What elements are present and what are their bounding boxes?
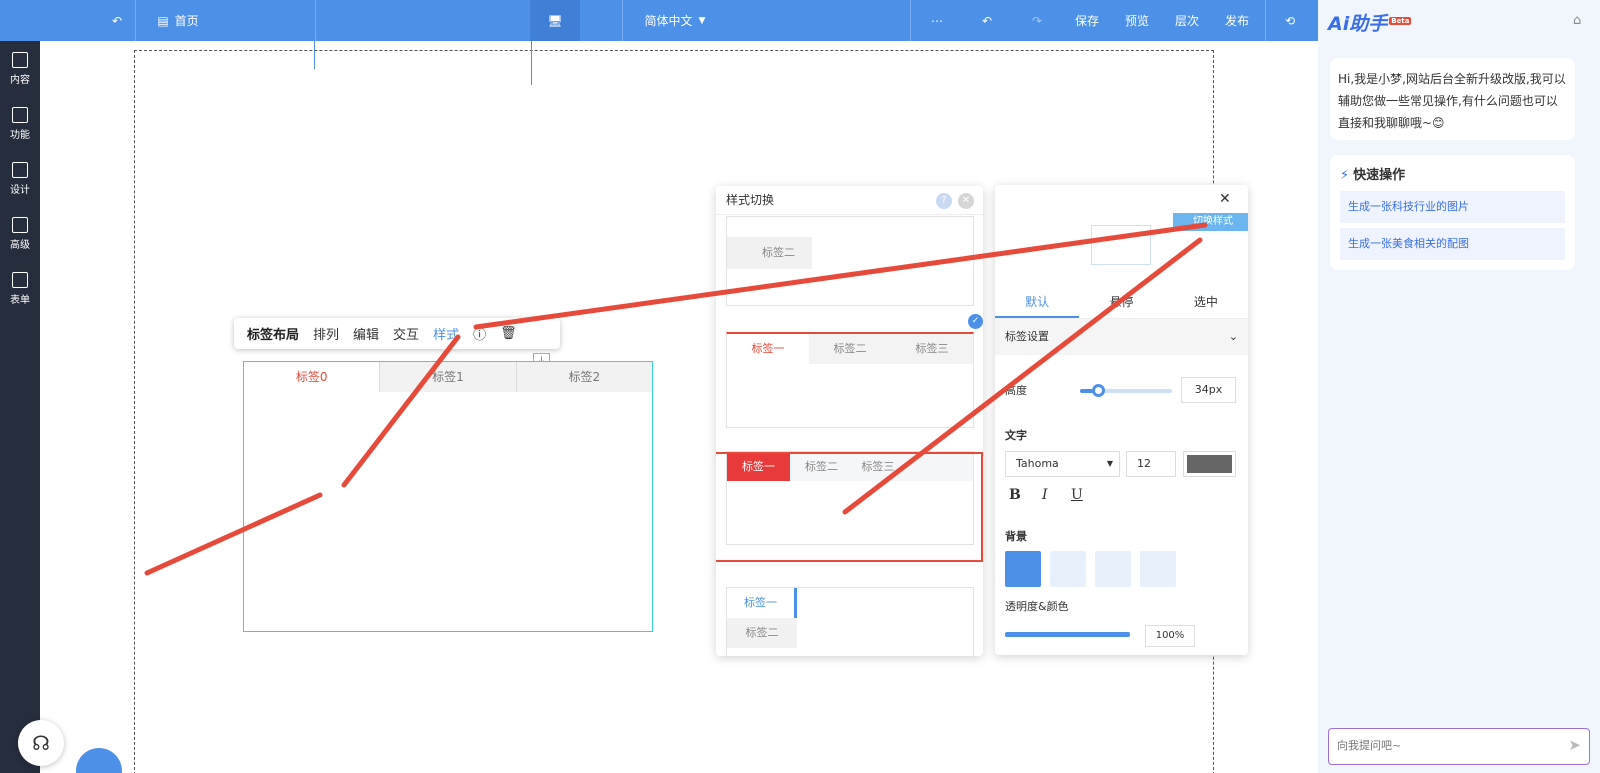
quick-item[interactable]: 生成一张美食相关的配图: [1340, 228, 1565, 260]
ai-brand: Ai助手 Beta: [1328, 9, 1412, 36]
quick-title: ⚡ 快速操作: [1340, 164, 1405, 183]
quick-title-label: 快速操作: [1353, 168, 1406, 183]
annotation-arrow: [341, 334, 461, 488]
ai-input[interactable]: [1329, 729, 1544, 762]
quick-actions-card: ⚡ 快速操作 生成一张科技行业的图片 生成一张美食相关的配图: [1330, 155, 1575, 270]
annotation-layer: [144, 222, 1208, 576]
annotation-arrow: [842, 237, 1203, 515]
annotation-arrow: [144, 492, 323, 576]
ai-assistant-panel: Ai助手 Beta ⌂ Hi,我是小梦,网站后台全新升级改版,我可以辅助您做一些常…: [1318, 0, 1600, 773]
beta-badge: Beta: [1389, 16, 1412, 25]
send-icon[interactable]: ➤: [1568, 736, 1581, 754]
bolt-icon: ⚡: [1340, 168, 1350, 183]
ai-brand-name: Ai助手: [1328, 13, 1388, 35]
quick-item[interactable]: 生成一张科技行业的图片: [1340, 191, 1565, 223]
annotation-arrow: [473, 222, 1208, 330]
ai-greeting: Hi,我是小梦,网站后台全新升级改版,我可以辅助您做一些常见操作,有什么问题也可…: [1330, 58, 1575, 140]
ai-input-box: ➤: [1328, 728, 1590, 765]
support-icon[interactable]: ☊: [18, 720, 64, 766]
gift-icon[interactable]: ⌂: [1573, 13, 1581, 28]
